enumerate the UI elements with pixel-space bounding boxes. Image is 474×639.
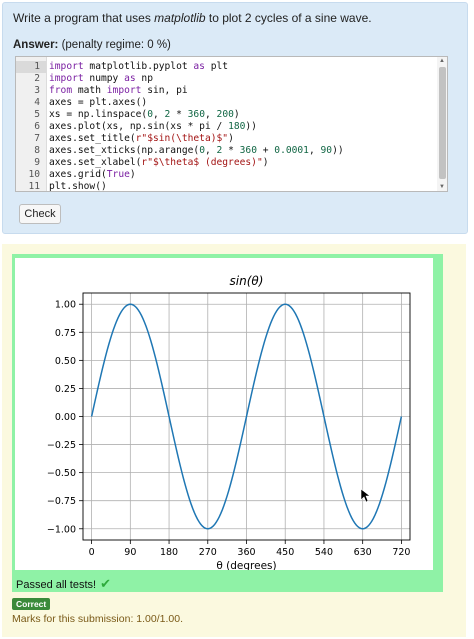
line-number: 1 [34, 61, 40, 72]
line-number: 7 [34, 133, 40, 144]
line-number: 10 [28, 169, 40, 180]
x-tick-label: 720 [392, 547, 410, 558]
line-number: 5 [34, 109, 40, 120]
marks-text: Marks for this submission: 1.00/1.00. [12, 613, 183, 625]
chart-title: sin(θ) [230, 274, 264, 288]
line-code[interactable]: axes.set_xticks(np.arange(0, 2 * 360 + 0… [49, 145, 344, 157]
line-code[interactable]: from math import sin, pi [49, 85, 188, 97]
scroll-down-icon[interactable]: ▼ [439, 184, 445, 190]
x-tick-label: 0 [89, 547, 95, 558]
passed-message: Passed all tests! ✔ [16, 576, 111, 591]
x-tick-label: 630 [354, 547, 372, 558]
scroll-thumb[interactable] [439, 67, 446, 179]
line-code[interactable]: plt.show() [49, 181, 107, 191]
line-code[interactable]: xs = np.linspace(0, 2 * 360, 200) [49, 109, 240, 121]
code-editor[interactable]: 1 import matplotlib.pyplot as plt 2 import … [15, 56, 448, 192]
line-code[interactable]: axes.set_title(r"$sin(\theta)$") [49, 133, 234, 145]
correct-badge: Correct [12, 598, 51, 610]
x-tick-label: 270 [199, 547, 217, 558]
question-prompt: Write a program that uses matplotlib to … [13, 11, 372, 25]
scroll-up-icon[interactable]: ▲ [439, 58, 445, 64]
y-tick-label: 0.00 [55, 412, 76, 423]
checkmark-icon: ✔ [100, 576, 111, 591]
sine-chart: 0 90 180 270 360 450 540 630 720 −1.00 −0.75 −0.50 −… [47, 274, 411, 572]
y-tick-label: 0.50 [55, 356, 76, 367]
line-code[interactable]: axes.plot(xs, np.sin(xs * pi / 180)) [49, 121, 257, 133]
line-code[interactable]: axes.grid(True) [49, 169, 136, 181]
line-number: 2 [34, 73, 40, 84]
line-code[interactable]: import matplotlib.pyplot as plt [49, 61, 228, 73]
answer-label: Answer: [13, 39, 59, 51]
x-tick-label: 540 [315, 547, 333, 558]
x-axis-label: θ (degrees) [216, 560, 276, 570]
line-code[interactable]: import numpy as np [49, 73, 153, 85]
y-tick-label: −0.75 [47, 496, 76, 507]
check-button[interactable]: Check [19, 204, 61, 224]
test-result-box: 0 90 180 270 360 450 540 630 720 −1.00 −0.75 −0.50 −… [12, 254, 443, 592]
result-panel: 0 90 180 270 360 450 540 630 720 −1.00 −0.75 −0.50 −… [2, 244, 466, 637]
y-tick-label: 0.25 [55, 384, 76, 395]
answer-label-line: Answer: (penalty regime: 0 %) [13, 39, 171, 51]
x-tick-label: 90 [124, 547, 136, 558]
question-panel: Write a program that uses matplotlib to … [2, 2, 468, 234]
y-tick-label: −1.00 [47, 524, 76, 535]
plot-output: 0 90 180 270 360 450 540 630 720 −1.00 −0.75 −0.50 −… [15, 258, 433, 572]
penalty-regime: (penalty regime: 0 %) [61, 39, 171, 51]
line-number: 8 [34, 145, 40, 156]
y-tick-label: −0.25 [47, 440, 76, 451]
line-code[interactable]: axes = plt.axes() [49, 97, 147, 109]
x-tick-label: 180 [160, 547, 178, 558]
x-tick-label: 450 [276, 547, 294, 558]
y-tick-label: 0.75 [55, 328, 76, 339]
y-tick-label: 1.00 [55, 300, 76, 311]
x-tick-label: 360 [237, 547, 255, 558]
prompt-emphasis: matplotlib [154, 11, 206, 25]
line-number: 6 [34, 121, 40, 132]
line-number: 11 [28, 181, 40, 192]
line-number: 9 [34, 157, 40, 168]
editor-scrollbar[interactable]: ▲ ▼ [437, 57, 447, 191]
line-number: 3 [34, 85, 40, 96]
line-number: 4 [34, 97, 40, 108]
line-code[interactable]: axes.set_xlabel(r"$\theta$ (degrees)") [49, 157, 269, 169]
y-tick-label: −0.50 [47, 468, 76, 479]
